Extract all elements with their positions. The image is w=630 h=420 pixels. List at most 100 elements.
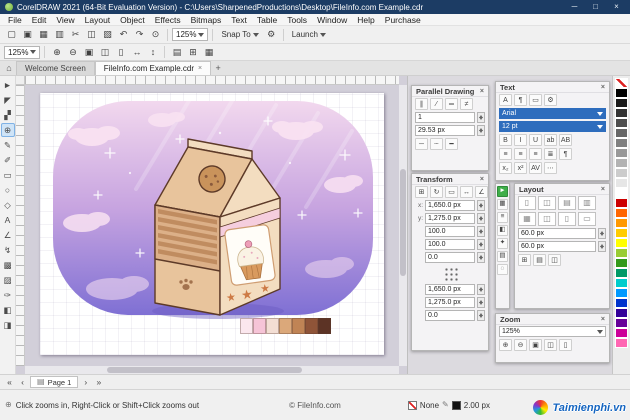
horizontal-scrollbar[interactable]	[25, 366, 399, 374]
connector-tool[interactable]: ↯	[1, 243, 15, 257]
palette-swatch[interactable]	[615, 278, 628, 288]
layout-tile[interactable]: ▯	[558, 212, 576, 226]
palette-swatch[interactable]	[615, 338, 628, 348]
palette-swatch[interactable]	[615, 258, 628, 268]
paragraph-button[interactable]: ¶	[514, 94, 527, 106]
character-button[interactable]: A	[499, 94, 512, 106]
parallel-lines-input[interactable]: 1	[415, 112, 475, 123]
parallel-dimension-tool[interactable]: ∠	[1, 228, 15, 242]
layout-tile[interactable]: ◫	[538, 212, 556, 226]
artistic-media-tool[interactable]: ✐	[1, 153, 15, 167]
rotate-button[interactable]: ↻	[430, 186, 443, 198]
line-style-button[interactable]: ┄	[430, 138, 443, 150]
crop-tool[interactable]: ▞	[1, 108, 15, 122]
italic-button[interactable]: I	[514, 134, 527, 146]
palette-swatch[interactable]	[615, 188, 628, 198]
align-center-button[interactable]: ≡	[514, 148, 527, 160]
artwork-swatch[interactable]	[253, 318, 266, 334]
horizontal-scrollbar-thumb[interactable]	[107, 367, 301, 373]
shape-tool[interactable]: ◤	[1, 93, 15, 107]
palette-swatch[interactable]	[615, 268, 628, 278]
font-size-select[interactable]: 12 pt	[499, 121, 606, 132]
open-button[interactable]: ▣	[20, 28, 35, 41]
align-right-button[interactable]: ≡	[529, 148, 542, 160]
show-grid-button[interactable]: ⊞	[185, 46, 200, 59]
horizontal-ruler[interactable]	[25, 76, 399, 85]
undo-button[interactable]: ↶	[116, 28, 131, 41]
tab-welcome-screen[interactable]: Welcome Screen	[16, 61, 95, 75]
transform-input[interactable]: 100.0	[425, 226, 475, 237]
artwork-swatch[interactable]	[292, 318, 305, 334]
vertical-scrollbar-thumb[interactable]	[400, 169, 406, 276]
zoom-all-button[interactable]: ◫	[97, 46, 112, 59]
rectangle-tool[interactable]: ▭	[1, 168, 15, 182]
spinner[interactable]	[477, 112, 485, 123]
zoom-all-button[interactable]: ◫	[544, 339, 557, 351]
spinner[interactable]	[477, 200, 485, 211]
frame-button[interactable]: ▭	[529, 94, 542, 106]
underline-button[interactable]: U	[529, 134, 542, 146]
transform-input[interactable]: 1,275.0 px	[425, 213, 475, 224]
show-rulers-button[interactable]: ▤	[169, 46, 184, 59]
menu-layout[interactable]: Layout	[80, 15, 116, 25]
menu-effects[interactable]: Effects	[150, 15, 186, 25]
palette-swatch[interactable]	[615, 128, 628, 138]
palette-swatch[interactable]	[615, 158, 628, 168]
copy-button[interactable]: ◫	[84, 28, 99, 41]
scale-button[interactable]: ▭	[445, 186, 458, 198]
spinner[interactable]	[477, 213, 485, 224]
canvas[interactable]: ★ ★ ★	[25, 85, 399, 366]
caps-button[interactable]: AB	[559, 134, 572, 146]
menu-purchase[interactable]: Purchase	[380, 15, 426, 25]
size-button[interactable]: ↔	[460, 186, 473, 198]
transparency-tool[interactable]: ▨	[1, 273, 15, 287]
text-options-button[interactable]: ⚙	[544, 94, 557, 106]
font-family-select[interactable]: Arial	[499, 108, 606, 119]
layout-tile[interactable]: ▭	[578, 212, 596, 226]
zoom-in-button[interactable]: ⊕	[49, 46, 64, 59]
close-docker-icon[interactable]: ×	[480, 176, 484, 183]
palette-swatch[interactable]	[615, 108, 628, 118]
align-left-button[interactable]: ≡	[499, 148, 512, 160]
last-page-button[interactable]: »	[93, 378, 104, 387]
zoom-out-button[interactable]: ⊖	[65, 46, 80, 59]
menu-edit[interactable]: Edit	[27, 15, 52, 25]
tab-document[interactable]: FileInfo.com Example.cdr ×	[95, 61, 211, 75]
spinner[interactable]	[477, 284, 485, 295]
docker-icon[interactable]: ≡	[497, 212, 508, 223]
zoom-page-button[interactable]: ▯	[559, 339, 572, 351]
zoom-page-button[interactable]: ▯	[113, 46, 128, 59]
palette-swatch[interactable]	[615, 98, 628, 108]
layout-tile[interactable]: ▤	[558, 196, 576, 210]
spinner[interactable]	[477, 297, 485, 308]
ellipse-tool[interactable]: ○	[1, 183, 15, 197]
parallel-distance-input[interactable]: 29.53 px	[415, 125, 475, 136]
superscript-button[interactable]: x²	[514, 162, 527, 174]
paste-button[interactable]: ▧	[100, 28, 115, 41]
menu-table[interactable]: Table	[252, 15, 282, 25]
vertical-ruler[interactable]	[16, 85, 25, 366]
bold-button[interactable]: B	[499, 134, 512, 146]
menu-file[interactable]: File	[3, 15, 27, 25]
layout-tile[interactable]: ◫	[538, 196, 556, 210]
eyedropper-tool[interactable]: ✑	[1, 288, 15, 302]
layout-height-input[interactable]: 60.0 px	[518, 241, 596, 252]
zoom-height-button[interactable]: ↕	[145, 46, 160, 59]
layout-width-input[interactable]: 60.0 px	[518, 228, 596, 239]
search-button[interactable]: ⊙	[148, 28, 163, 41]
palette-swatch[interactable]	[615, 118, 628, 128]
spacing-button[interactable]: AV	[529, 162, 542, 174]
redo-button[interactable]: ↷	[132, 28, 147, 41]
palette-swatch[interactable]	[615, 178, 628, 188]
skew-button[interactable]: ∠	[475, 186, 488, 198]
palette-swatch[interactable]	[615, 238, 628, 248]
anchor-point-grid[interactable]	[443, 266, 458, 281]
spinner[interactable]	[598, 228, 606, 239]
justify-button[interactable]: ≣	[544, 148, 557, 160]
minimize-button[interactable]: ─	[566, 3, 583, 11]
palette-swatch[interactable]	[615, 138, 628, 148]
menu-tools[interactable]: Tools	[282, 15, 312, 25]
ruler-origin-corner[interactable]	[16, 76, 25, 85]
close-docker-icon[interactable]: ×	[601, 84, 605, 91]
close-docker-icon[interactable]: ×	[480, 88, 484, 95]
